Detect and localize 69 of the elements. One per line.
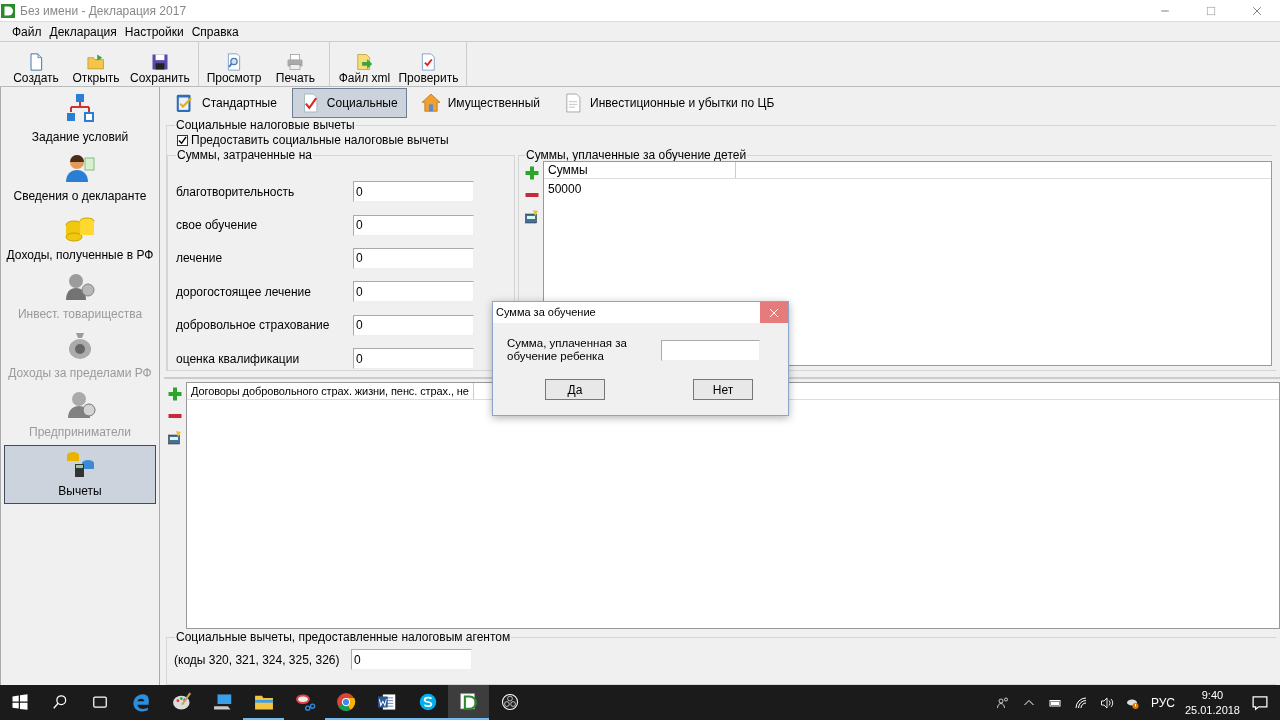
browser-circle-icon bbox=[334, 690, 357, 713]
input-field[interactable]: 0 bbox=[353, 214, 474, 236]
menu-item[interactable]: Настройки bbox=[120, 22, 188, 41]
plus-icon[interactable] bbox=[524, 165, 540, 181]
toolbar-button[interactable]: Файл xml bbox=[334, 42, 395, 86]
group-title: Суммы, затраченные на bbox=[176, 149, 313, 161]
tab[interactable]: Инвестиционные и убытки по ЦБ bbox=[555, 88, 784, 118]
field-label: лечение bbox=[176, 250, 224, 268]
dialog-title: Сумма за обучение bbox=[496, 305, 596, 321]
wifi-icon[interactable] bbox=[1072, 694, 1089, 711]
input-field[interactable]: 0 bbox=[353, 314, 474, 336]
people-icon[interactable] bbox=[994, 694, 1011, 711]
tab[interactable]: Социальные bbox=[291, 88, 407, 118]
hierarchy-icon bbox=[64, 93, 96, 125]
toolbar-button[interactable]: Открыть bbox=[66, 42, 126, 86]
field-label: добровольное страхование bbox=[176, 317, 331, 335]
tab[interactable]: Имущественный bbox=[412, 88, 550, 118]
start-icon[interactable] bbox=[10, 691, 30, 712]
plus-icon[interactable] bbox=[167, 386, 183, 402]
toolbar-button[interactable]: Печать bbox=[265, 42, 326, 86]
toolbar-button[interactable]: Проверить bbox=[394, 42, 463, 86]
field-label: благотворительность bbox=[176, 183, 296, 201]
clock-date: 25.01.2018 bbox=[1184, 702, 1240, 718]
field-label: оценка квалификации bbox=[176, 350, 301, 368]
field-label: свое обучение bbox=[176, 217, 259, 235]
palette-icon bbox=[170, 690, 193, 713]
sidebar-item[interactable]: Доходы, полученные в РФ bbox=[4, 209, 156, 268]
tab[interactable]: Стандартные bbox=[167, 88, 286, 118]
toolbar-button[interactable]: Просмотр bbox=[202, 42, 266, 86]
input-field[interactable]: 0 bbox=[353, 348, 474, 370]
checkbox-label[interactable]: Предоставить социальные налоговые вычеты bbox=[191, 131, 449, 149]
edit-form-icon[interactable] bbox=[167, 430, 183, 446]
sidebar-item[interactable]: Задание условий bbox=[4, 91, 156, 150]
input-field[interactable]: 0 bbox=[353, 281, 474, 303]
close-icon bbox=[769, 307, 779, 318]
person-icon bbox=[64, 152, 96, 184]
input-field[interactable] bbox=[661, 339, 760, 361]
toolbar-button[interactable]: Создать bbox=[6, 42, 66, 86]
input-field[interactable]: 0 bbox=[351, 649, 472, 670]
dialog-label: Сумма, уплаченная за обучение ребенка bbox=[507, 337, 628, 364]
group-title: Социальные налоговые вычеты bbox=[175, 119, 356, 131]
clock-time: 9:40 bbox=[1200, 687, 1225, 703]
column-header: Договоры добровольного страх. жизни, пенс. страх., не bbox=[187, 383, 474, 399]
group-title: Суммы, уплаченные за обучение детей bbox=[525, 149, 748, 161]
close-button[interactable] bbox=[760, 302, 788, 323]
house-icon bbox=[419, 92, 442, 114]
field-label: (коды 320, 321, 324, 325, 326) bbox=[174, 651, 341, 669]
field-label: дорогостоящее лечение bbox=[176, 283, 312, 301]
menu-item[interactable]: Справка bbox=[187, 22, 243, 41]
checkbox[interactable] bbox=[177, 134, 188, 146]
sidebar-item[interactable]: Вычеты bbox=[4, 445, 156, 504]
table-cell-text: 50000 bbox=[547, 181, 583, 198]
menu-item[interactable]: Файл bbox=[8, 22, 46, 41]
input-field[interactable]: 0 bbox=[353, 247, 474, 269]
window-title: Без имени - Декларация 2017 bbox=[20, 2, 187, 20]
sidebar-item[interactable]: Сведения о декларанте bbox=[4, 150, 156, 209]
group-title: Социальные вычеты, предоставленные налоговым агентом bbox=[175, 631, 512, 643]
input-field[interactable]: 0 bbox=[353, 181, 474, 203]
edit-form-icon[interactable] bbox=[524, 209, 540, 225]
column-header: Суммы bbox=[544, 162, 736, 178]
printer-icon bbox=[285, 51, 306, 72]
dialog-button[interactable]: Нет bbox=[693, 379, 753, 401]
document-arrow-icon bbox=[354, 51, 375, 72]
dialog-button[interactable]: Да bbox=[545, 379, 605, 401]
menu-item[interactable]: Декларация bbox=[45, 22, 121, 41]
toolbar-button[interactable]: Сохранить bbox=[126, 42, 194, 86]
taskbar-button[interactable] bbox=[448, 685, 489, 720]
app-logo-icon bbox=[457, 690, 480, 713]
language-indicator[interactable]: РУС bbox=[1150, 693, 1175, 712]
